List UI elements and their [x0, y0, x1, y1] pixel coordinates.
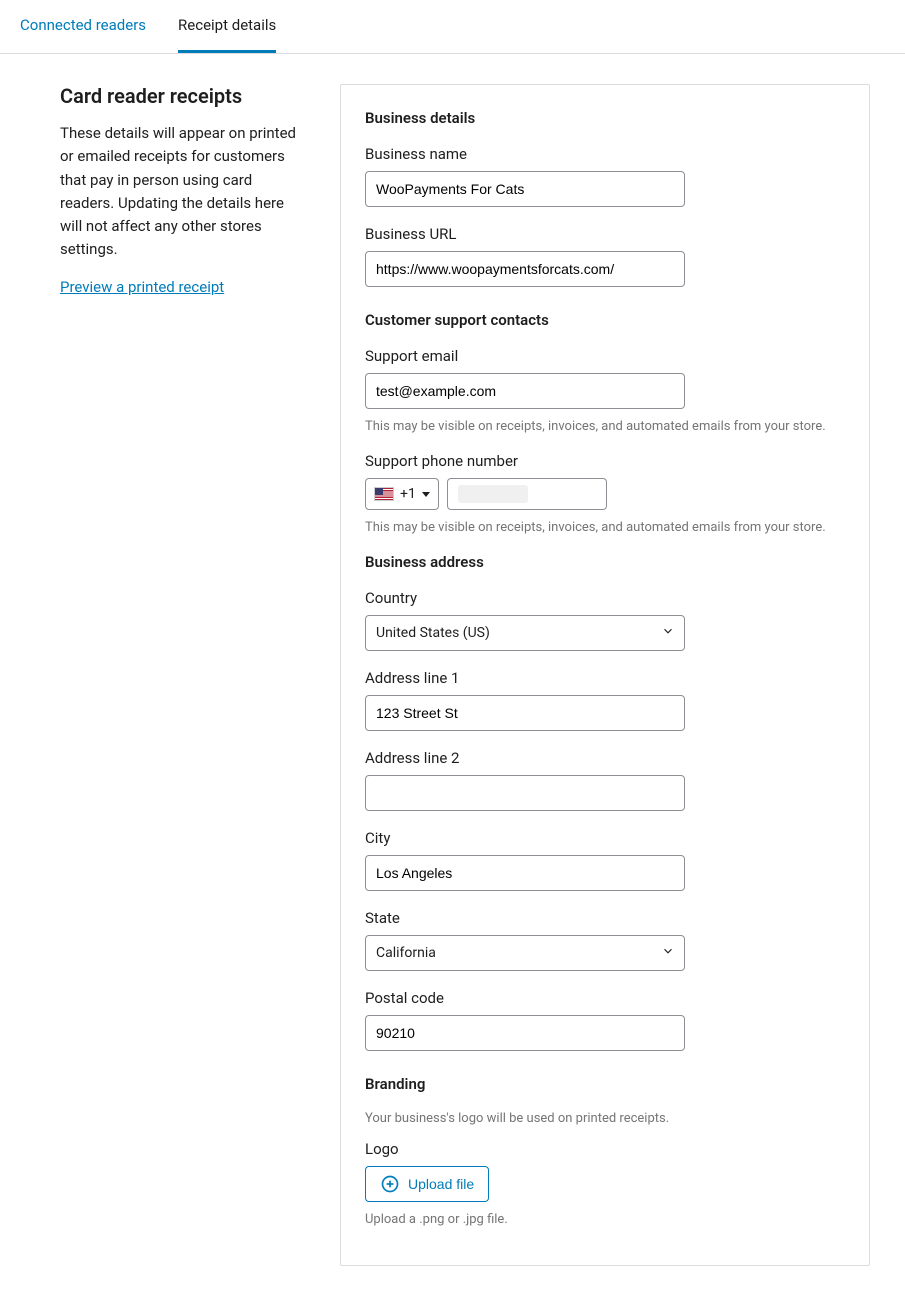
- country-select[interactable]: United States (US): [365, 615, 685, 651]
- support-email-label: Support email: [365, 347, 845, 365]
- upload-file-button[interactable]: Upload file: [365, 1166, 489, 1202]
- sidebar-info: Card reader receipts These details will …: [20, 84, 300, 296]
- preview-receipt-link[interactable]: Preview a printed receipt: [60, 278, 224, 296]
- caret-down-icon: [422, 492, 430, 497]
- tab-connected-readers[interactable]: Connected readers: [20, 0, 146, 53]
- sidebar-description: These details will appear on printed or …: [60, 122, 300, 262]
- support-email-input[interactable]: [365, 373, 685, 409]
- support-phone-input[interactable]: [447, 478, 607, 510]
- phone-redacted-value: [458, 485, 528, 503]
- receipt-details-card: Business details Business name Business …: [340, 84, 870, 1266]
- address-line1-label: Address line 1: [365, 669, 845, 687]
- support-heading: Customer support contacts: [365, 311, 845, 329]
- logo-label: Logo: [365, 1140, 845, 1158]
- phone-country-selector[interactable]: +1: [365, 478, 439, 510]
- business-url-input[interactable]: [365, 251, 685, 287]
- tab-receipt-details[interactable]: Receipt details: [178, 0, 276, 53]
- postal-code-input[interactable]: [365, 1015, 685, 1051]
- postal-code-label: Postal code: [365, 989, 845, 1007]
- support-phone-label: Support phone number: [365, 452, 845, 470]
- state-select[interactable]: California: [365, 935, 685, 971]
- business-details-heading: Business details: [365, 109, 845, 127]
- country-label: Country: [365, 589, 845, 607]
- city-label: City: [365, 829, 845, 847]
- state-label: State: [365, 909, 845, 927]
- city-input[interactable]: [365, 855, 685, 891]
- branding-description: Your business's logo will be used on pri…: [365, 1111, 845, 1126]
- tabs-bar: Connected readers Receipt details: [0, 0, 905, 54]
- address-heading: Business address: [365, 553, 845, 571]
- address-line2-label: Address line 2: [365, 749, 845, 767]
- country-select-value: United States (US): [376, 625, 490, 641]
- state-select-value: California: [376, 945, 436, 961]
- business-name-input[interactable]: [365, 171, 685, 207]
- support-email-helper: This may be visible on receipts, invoice…: [365, 419, 845, 434]
- sidebar-title: Card reader receipts: [60, 84, 300, 108]
- upload-helper: Upload a .png or .jpg file.: [365, 1212, 845, 1227]
- support-phone-helper: This may be visible on receipts, invoice…: [365, 520, 845, 535]
- business-name-label: Business name: [365, 145, 845, 163]
- plus-circle-icon: [380, 1174, 400, 1194]
- address-line2-input[interactable]: [365, 775, 685, 811]
- phone-prefix-text: +1: [400, 486, 416, 502]
- address-line1-input[interactable]: [365, 695, 685, 731]
- upload-button-label: Upload file: [408, 1176, 474, 1192]
- branding-heading: Branding: [365, 1075, 845, 1093]
- business-url-label: Business URL: [365, 225, 845, 243]
- us-flag-icon: [374, 487, 394, 501]
